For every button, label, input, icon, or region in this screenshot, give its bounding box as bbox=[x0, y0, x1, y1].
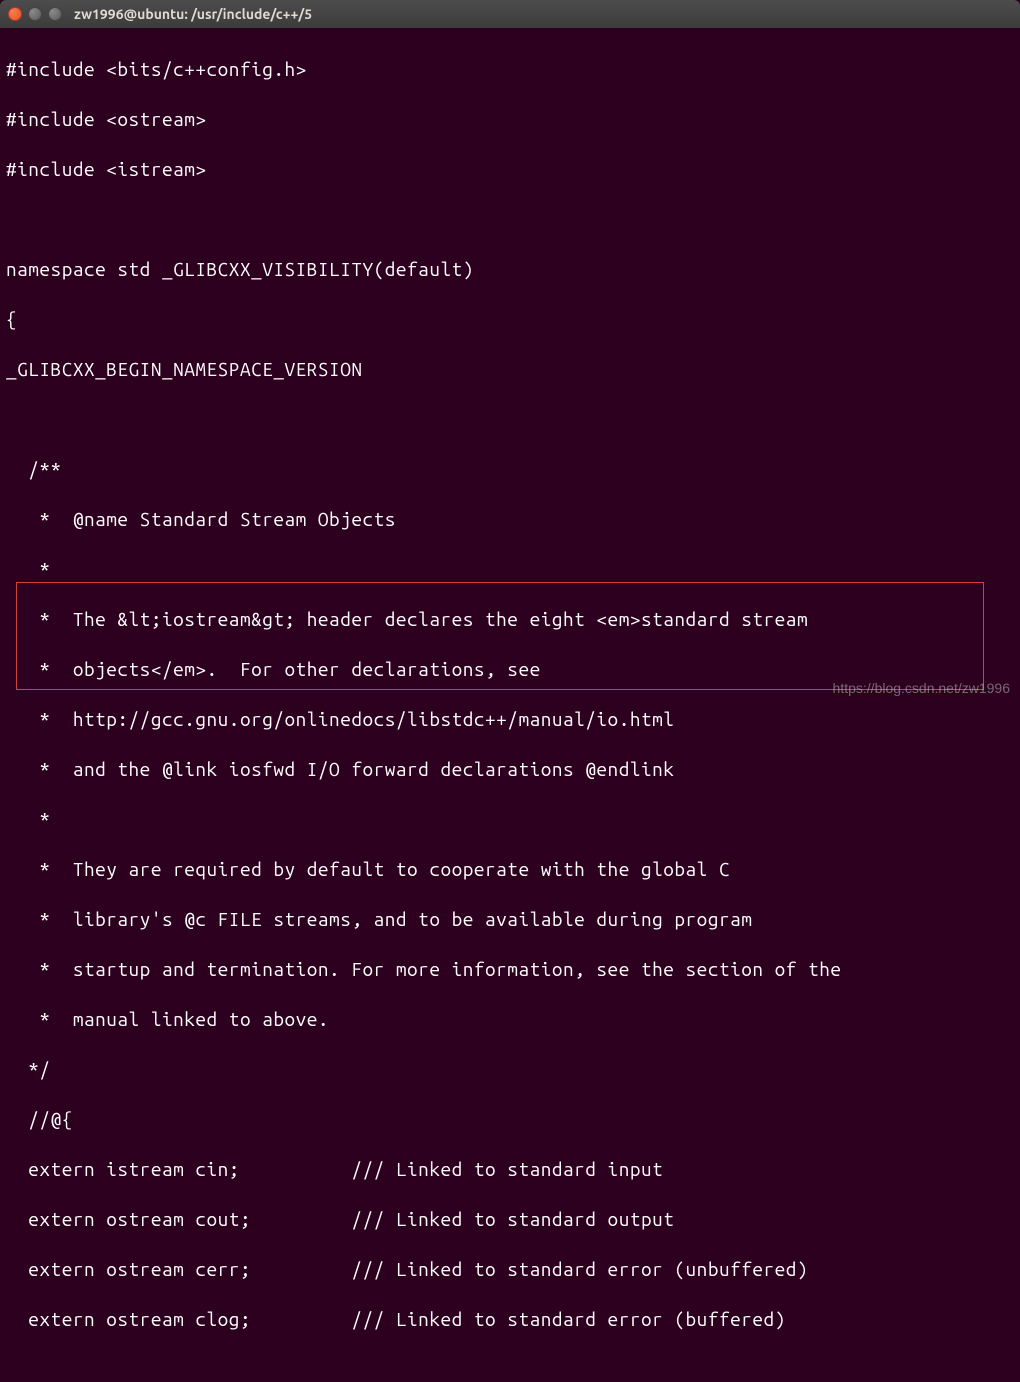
window-controls bbox=[8, 7, 62, 21]
window-titlebar: zw1996@ubuntu: /usr/include/c++/5 bbox=[0, 0, 1020, 28]
code-line: #include <bits/c++config.h> bbox=[6, 57, 1014, 82]
code-line: extern ostream cerr; /// Linked to stand… bbox=[6, 1257, 1014, 1282]
code-line: extern ostream clog; /// Linked to stand… bbox=[6, 1307, 1014, 1332]
close-icon[interactable] bbox=[8, 7, 22, 21]
code-line: * library's @c FILE streams, and to be a… bbox=[6, 907, 1014, 932]
code-line bbox=[6, 407, 1014, 432]
code-line: * bbox=[6, 557, 1014, 582]
code-line: * @name Standard Stream Objects bbox=[6, 507, 1014, 532]
code-line: { bbox=[6, 307, 1014, 332]
code-line: * startup and termination. For more info… bbox=[6, 957, 1014, 982]
code-line: * manual linked to above. bbox=[6, 1007, 1014, 1032]
code-line: * They are required by default to cooper… bbox=[6, 857, 1014, 882]
minimize-icon[interactable] bbox=[28, 7, 42, 21]
code-line: * objects</em>. For other declarations, … bbox=[6, 657, 1014, 682]
code-line: * and the @link iosfwd I/O forward decla… bbox=[6, 757, 1014, 782]
code-line: #include <istream> bbox=[6, 157, 1014, 182]
code-line: _GLIBCXX_BEGIN_NAMESPACE_VERSION bbox=[6, 357, 1014, 382]
code-line bbox=[6, 207, 1014, 232]
watermark-text: https://blog.csdn.net/zw1996 bbox=[833, 680, 1010, 696]
code-line: extern istream cin; /// Linked to standa… bbox=[6, 1157, 1014, 1182]
code-line: */ bbox=[6, 1057, 1014, 1082]
code-line: * The &lt;iostream&gt; header declares t… bbox=[6, 607, 1014, 632]
code-line: //@{ bbox=[6, 1107, 1014, 1132]
code-line: namespace std _GLIBCXX_VISIBILITY(defaul… bbox=[6, 257, 1014, 282]
window-title: zw1996@ubuntu: /usr/include/c++/5 bbox=[74, 6, 312, 22]
code-line: * http://gcc.gnu.org/onlinedocs/libstdc+… bbox=[6, 707, 1014, 732]
maximize-icon[interactable] bbox=[48, 7, 62, 21]
code-line: * bbox=[6, 807, 1014, 832]
code-line: /** bbox=[6, 457, 1014, 482]
code-line: #include <ostream> bbox=[6, 107, 1014, 132]
code-line: extern ostream cout; /// Linked to stand… bbox=[6, 1207, 1014, 1232]
terminal-content[interactable]: #include <bits/c++config.h> #include <os… bbox=[0, 28, 1020, 1382]
